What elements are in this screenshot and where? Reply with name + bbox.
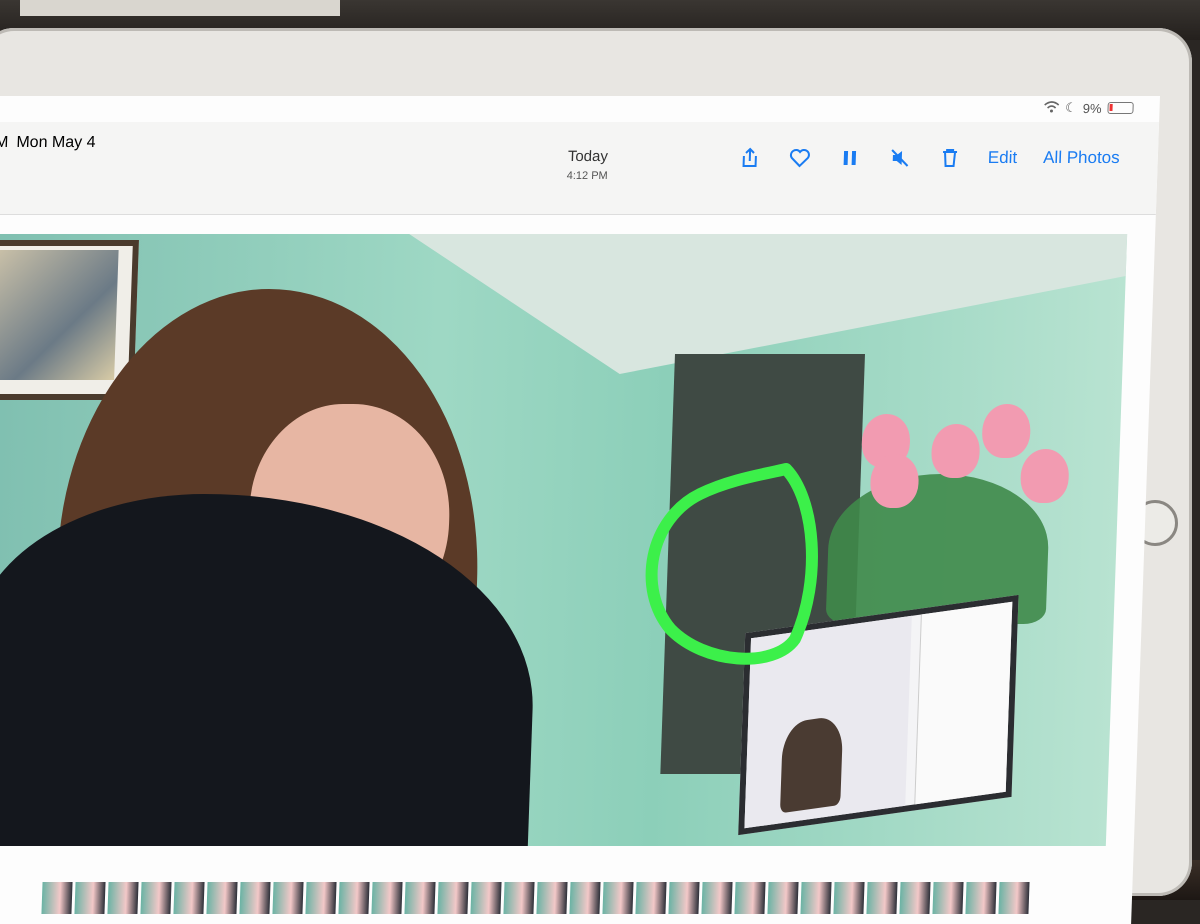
filmstrip-thumbnail[interactable] [767,882,799,914]
filmstrip-thumbnail[interactable] [272,882,304,914]
filmstrip-thumbnail[interactable] [107,882,139,914]
painting-art [0,250,119,380]
battery-percent: 9% [1082,100,1102,116]
filmstrip-thumbnail[interactable] [602,882,634,914]
filmstrip-thumbnail[interactable] [437,882,469,914]
ipad-device: ☾ 9% PM Mon May 4 ‹ Today 4:12 PM [0,28,1192,924]
filmstrip-thumbnail[interactable] [866,882,898,914]
photo-nav-bar: PM Mon May 4 ‹ Today 4:12 PM [0,122,1160,215]
filmstrip-thumbnail[interactable] [635,882,667,914]
photo-date-title: Today [567,148,609,165]
filmstrip-thumbnail[interactable] [371,882,403,914]
filmstrip-thumbnail[interactable] [41,882,73,914]
filmstrip-thumbnail[interactable] [239,882,271,914]
all-photos-button[interactable]: All Photos [1043,148,1120,168]
share-icon[interactable] [737,146,762,170]
tulip-bouquet [825,404,1084,624]
tulip [869,454,920,508]
filmstrip-thumbnail[interactable] [899,882,931,914]
edit-button[interactable]: Edit [987,148,1018,168]
status-time: PM [0,134,9,151]
pause-icon[interactable] [837,146,862,170]
filmstrip-thumbnail[interactable] [998,882,1030,914]
mute-icon[interactable] [887,146,912,170]
status-indicators: ☾ 9% [1043,100,1134,116]
filmstrip-thumbnail[interactable] [932,882,964,914]
trash-icon[interactable] [937,146,962,170]
photo-time-subtitle: 4:12 PM [566,170,608,182]
filmstrip-thumbnail[interactable] [140,882,172,914]
video-call-sidebar [914,601,1013,805]
battery-icon [1107,102,1134,114]
filmstrip-thumbnail[interactable] [701,882,733,914]
tulip [981,404,1032,458]
filmstrip-thumbnail[interactable] [338,882,370,914]
photo-view[interactable] [0,234,1128,846]
filmstrip-thumbnail[interactable] [470,882,502,914]
tulip [930,424,981,478]
filmstrip-thumbnail[interactable] [965,882,997,914]
filmstrip-thumbnail[interactable] [206,882,238,914]
filmstrip-thumbnail[interactable] [569,882,601,914]
wifi-icon [1043,100,1060,116]
filmstrip-thumbnail[interactable] [734,882,766,914]
filmstrip-thumbnail[interactable] [404,882,436,914]
green-annotation-circle [645,463,818,665]
heart-icon[interactable] [787,146,812,170]
filmstrip-thumbnail[interactable] [800,882,832,914]
paper-edge [20,0,340,16]
filmstrip-thumbnail[interactable] [74,882,106,914]
filmstrip-thumbnail[interactable] [503,882,535,914]
man-on-video-call [779,714,844,814]
filmstrip-thumbnail[interactable] [173,882,205,914]
filmstrip-thumbnail[interactable] [668,882,700,914]
moon-icon: ☾ [1064,100,1078,115]
photos-app-screen: ☾ 9% PM Mon May 4 ‹ Today 4:12 PM [0,96,1161,924]
photo-actions: Edit All Photos [737,146,1120,170]
filmstrip-thumbnail[interactable] [536,882,568,914]
photo-filmstrip[interactable] [41,868,1053,918]
tulip [1019,449,1070,503]
filmstrip-thumbnail[interactable] [305,882,337,914]
status-date: Mon May 4 [16,134,96,151]
status-bar: ☾ 9% [0,96,1160,122]
photo-ceiling [404,234,1127,374]
filmstrip-thumbnail[interactable] [833,882,865,914]
